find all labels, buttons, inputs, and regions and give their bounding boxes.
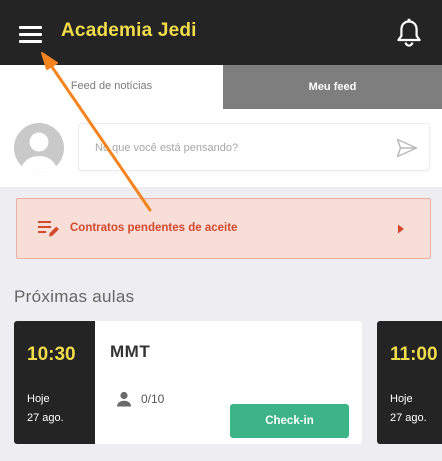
tab-meu-feed[interactable]: Meu feed (223, 65, 442, 109)
bell-icon[interactable] (395, 18, 423, 48)
class-name: MMT (110, 342, 151, 361)
class-time: 10:30 (27, 344, 76, 365)
post-input-box (78, 123, 430, 172)
edit-list-icon (38, 221, 59, 237)
tab-label: Meu feed (308, 81, 357, 93)
section-title: Próximas aulas (14, 287, 135, 306)
send-icon[interactable] (395, 136, 419, 160)
person-icon (117, 391, 131, 407)
tab-label: Feed de notícias (70, 80, 153, 92)
app-title: Academia Jedi (61, 20, 197, 41)
feed-tabs: Feed de notícias Meu feed (0, 65, 442, 109)
class-time-block: 10:30 Hoje 27 ago. (14, 321, 95, 444)
class-time: 11:00 (390, 344, 438, 365)
alert-label: Contratos pendentes de aceite (70, 222, 238, 234)
check-in-button[interactable]: Check-in (230, 404, 349, 438)
class-day: Hoje (390, 393, 413, 405)
caret-right-icon (398, 224, 404, 234)
app-header: Academia Jedi (0, 0, 442, 65)
post-input[interactable] (93, 124, 387, 172)
avatar[interactable] (14, 123, 64, 173)
hamburger-menu-icon[interactable] (19, 24, 42, 44)
tab-feed-de-noticias[interactable]: Feed de notícias (0, 65, 223, 109)
class-capacity: 0/10 (141, 392, 165, 406)
user-avatar-icon (20, 132, 58, 173)
pending-contracts-alert[interactable]: Contratos pendentes de aceite (16, 198, 431, 259)
class-card[interactable]: 11:00 Hoje 27 ago. (377, 321, 442, 444)
class-day: Hoje (27, 393, 50, 405)
class-card[interactable]: 10:30 Hoje 27 ago. MMT 0/10 Check-in (14, 321, 362, 444)
class-date: 27 ago. (390, 412, 427, 424)
class-date: 27 ago. (27, 412, 64, 424)
class-time-block: 11:00 Hoje 27 ago. (377, 321, 442, 444)
post-composer (0, 109, 442, 187)
